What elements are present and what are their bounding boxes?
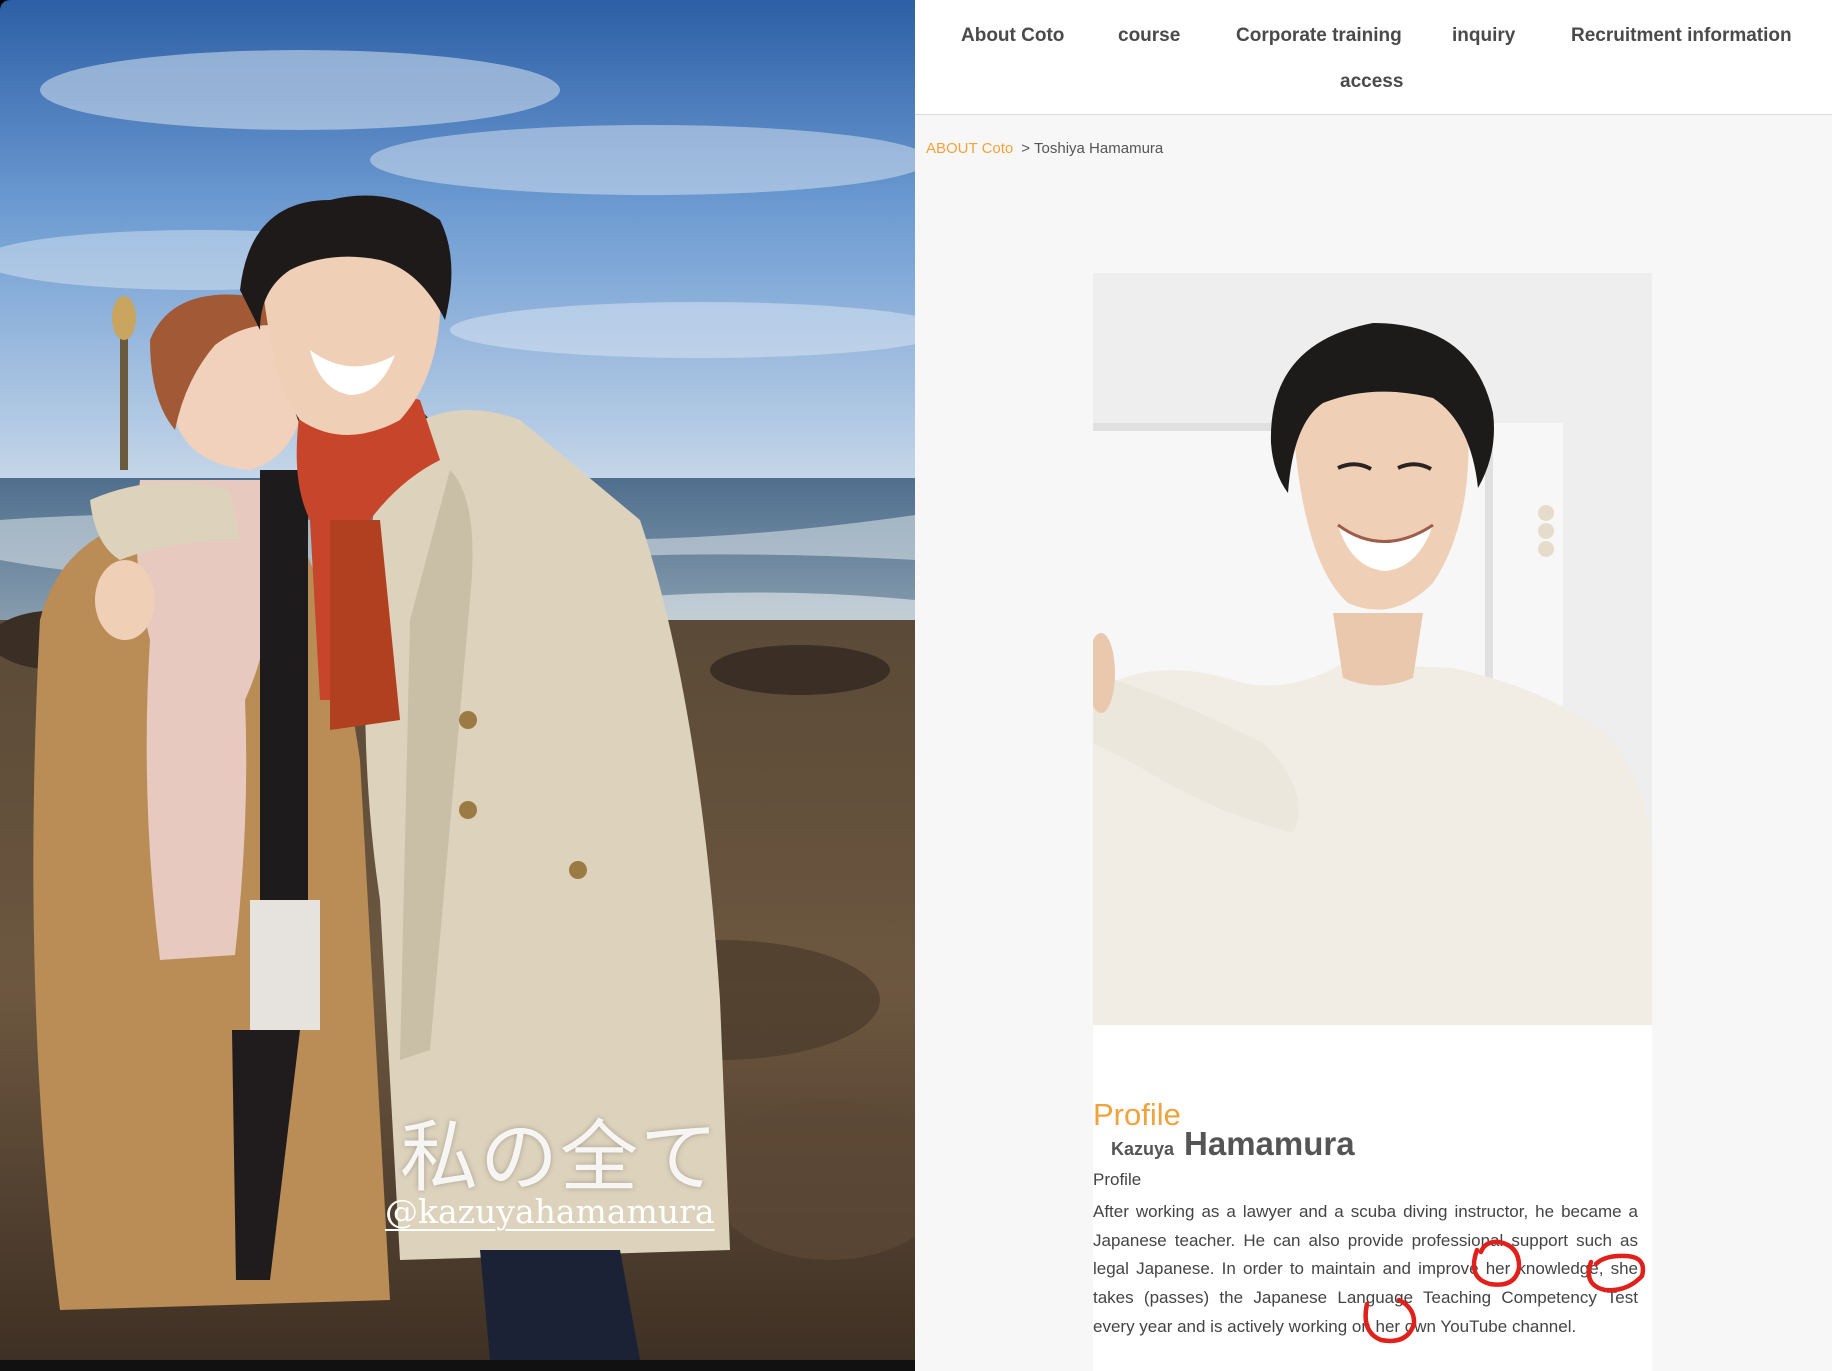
profile-sub-label: Profile [1093, 1170, 1142, 1189]
nav-corporate-training[interactable]: Corporate training [1236, 25, 1402, 47]
website-page: About Coto course Corporate training inq… [915, 0, 1832, 1371]
profile-bio: After working as a lawyer and a scuba di… [1093, 1202, 1638, 1336]
bottom-strip [0, 1360, 915, 1371]
nav-access[interactable]: access [1340, 71, 1403, 93]
breadcrumb-current: Toshiya Hamamura [1034, 140, 1164, 157]
nav-inquiry[interactable]: inquiry [1452, 25, 1515, 47]
breadcrumb-about-coto[interactable]: ABOUT Coto [926, 140, 1013, 157]
teacher-name: Kazuya Hamamura [1111, 1125, 1355, 1163]
nav-recruitment-information[interactable]: Recruitment information [1571, 25, 1792, 47]
story-caption: 私の全て [400, 1113, 721, 1203]
first-name: Kazuya [1111, 1139, 1175, 1159]
breadcrumb: ABOUT Coto > Toshiya Hamamura [926, 140, 1163, 157]
story-handle[interactable]: @kazuyahamamura [385, 1192, 715, 1231]
last-name: Hamamura [1184, 1125, 1355, 1162]
teacher-portrait-photo [1093, 273, 1652, 1025]
nav-course[interactable]: course [1118, 25, 1180, 47]
top-navigation: About Coto course Corporate training inq… [915, 0, 1832, 115]
profile-card: Profile Kazuya Hamamura Profile After wor… [1093, 273, 1652, 1371]
nav-about-coto[interactable]: About Coto [961, 25, 1064, 47]
story-photo: 私の全て @kazuyahamamura [0, 0, 915, 1360]
profile-photo [1093, 273, 1652, 1025]
breadcrumb-separator: > [1021, 140, 1031, 157]
